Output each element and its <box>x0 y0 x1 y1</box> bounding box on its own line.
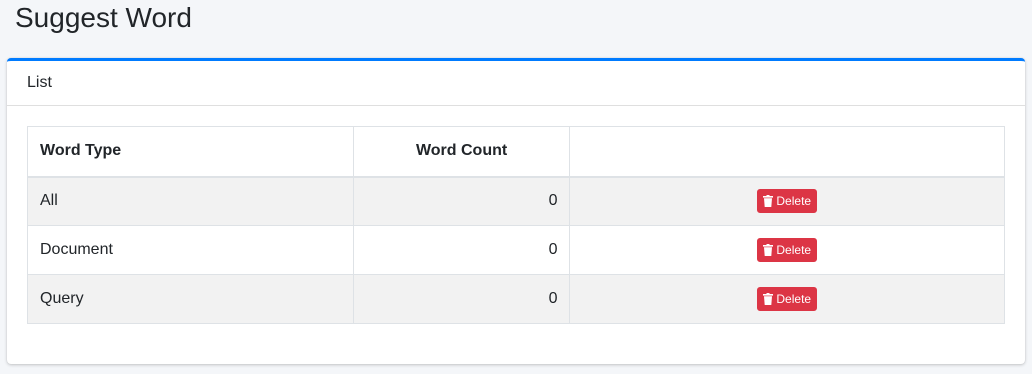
header-word-type: Word Type <box>27 126 354 178</box>
delete-button[interactable]: Delete <box>757 189 818 214</box>
table-row: Document 0 Delete <box>27 225 1005 275</box>
cell-word-count: 0 <box>352 176 571 226</box>
header-actions <box>569 126 1005 178</box>
cell-word-count: 0 <box>352 274 571 324</box>
table-row: Query 0 Delete <box>27 274 1005 324</box>
page-title: Suggest Word <box>15 2 192 33</box>
trash-icon <box>763 293 774 305</box>
card-header: List <box>7 61 1025 106</box>
delete-button-label: Delete <box>776 243 812 257</box>
word-table: Word Type Word Count All 0 Delete Docume… <box>27 126 1005 324</box>
card-title: List <box>27 74 52 91</box>
cell-word-type: All <box>27 176 354 226</box>
delete-button[interactable]: Delete <box>757 238 818 262</box>
cell-word-type: Document <box>27 225 354 275</box>
table-header-row: Word Type Word Count <box>27 126 1005 178</box>
cell-word-type: Query <box>27 274 354 324</box>
trash-icon <box>763 244 774 256</box>
cell-actions: Delete <box>569 176 1005 226</box>
delete-button[interactable]: Delete <box>757 287 818 311</box>
cell-word-count: 0 <box>352 225 571 275</box>
delete-button-label: Delete <box>776 292 812 306</box>
delete-button-label: Delete <box>776 194 812 209</box>
card-body: Word Type Word Count All 0 Delete Docume… <box>7 106 1025 324</box>
cell-actions: Delete <box>569 274 1005 324</box>
header-word-count: Word Count <box>352 126 571 178</box>
table-row: All 0 Delete <box>27 176 1005 226</box>
cell-actions: Delete <box>569 225 1005 275</box>
list-card: List Word Type Word Count All 0 Delete D… <box>7 58 1025 364</box>
trash-icon <box>763 195 774 208</box>
